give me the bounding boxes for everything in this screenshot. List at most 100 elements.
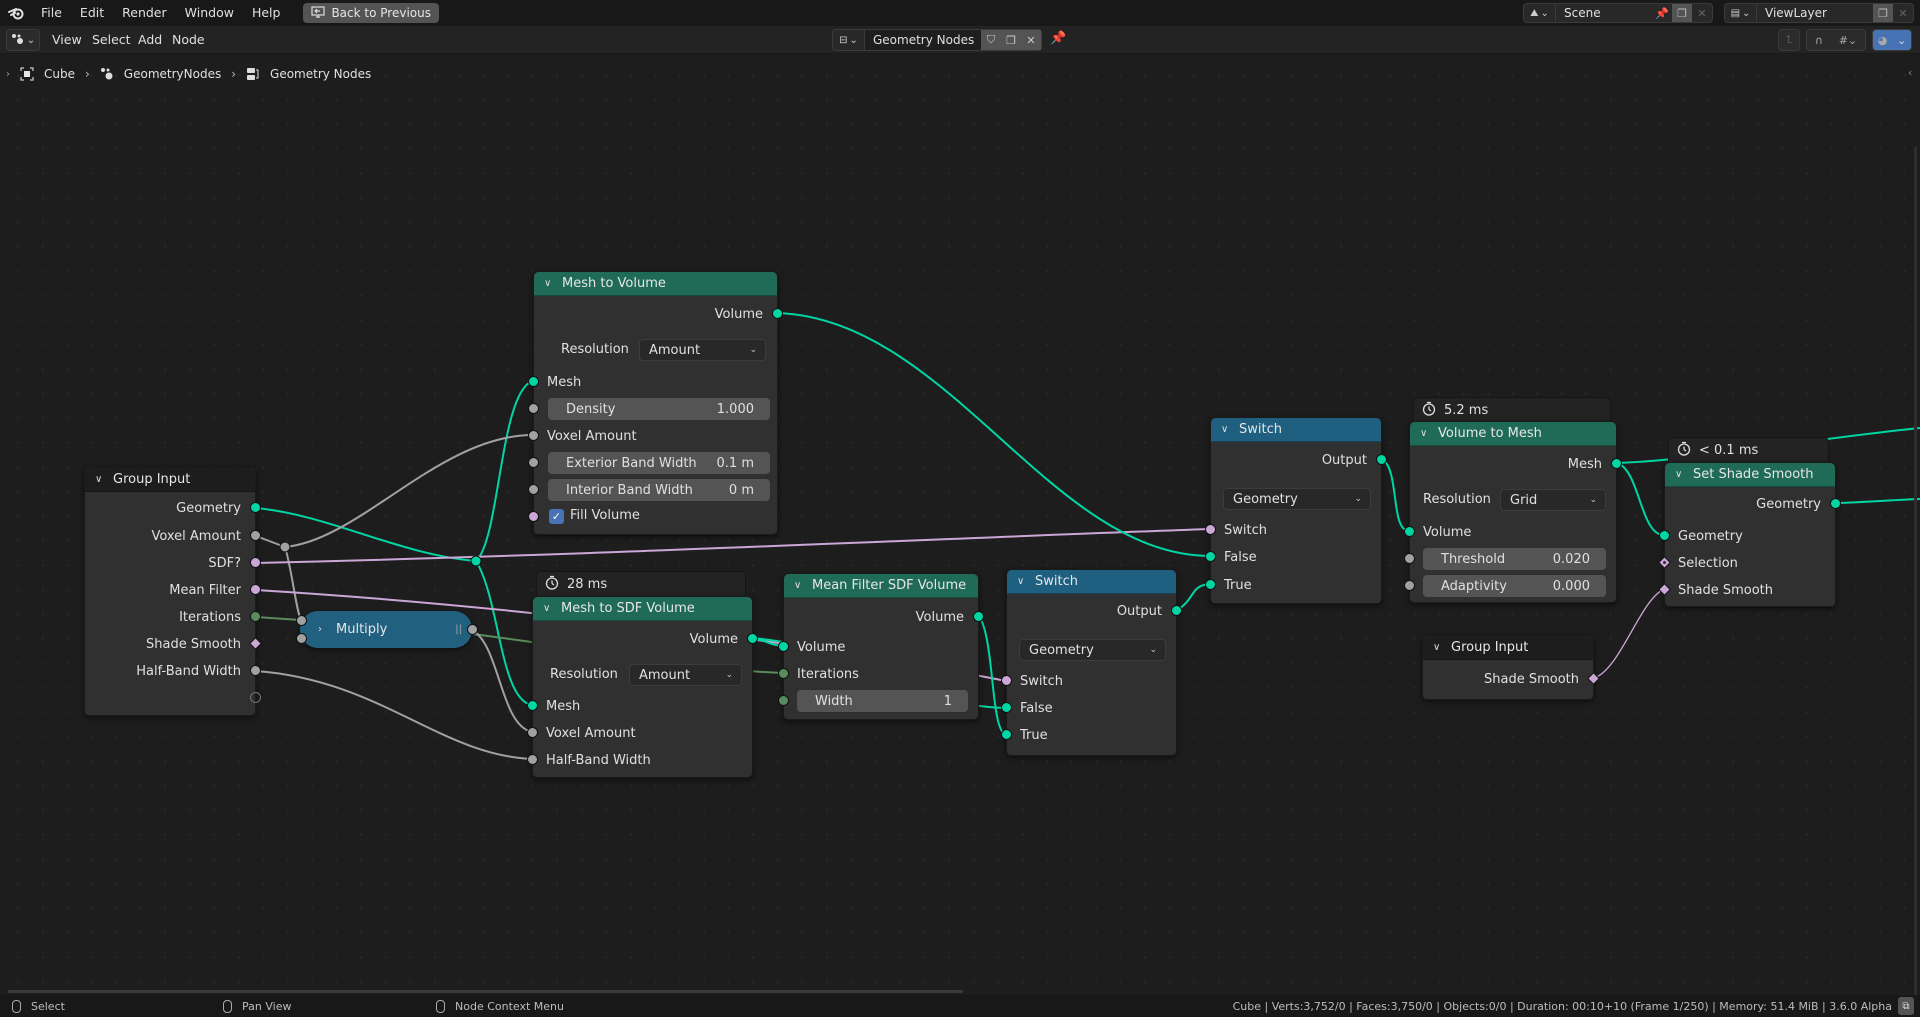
output-socket-geometry[interactable] <box>1830 498 1841 509</box>
output-socket-geometry[interactable] <box>250 502 261 513</box>
width-field[interactable]: Width 1 <box>797 690 968 712</box>
editor-type-dropdown[interactable]: ⌄ <box>6 29 40 51</box>
input-socket-true[interactable] <box>1205 579 1216 590</box>
menu-window[interactable]: Window <box>176 0 243 26</box>
input-socket-b[interactable] <box>296 633 307 644</box>
node-group-selector[interactable]: ⊟ ⌄ Geometry Nodes ⛉ ❐ ✕ <box>832 29 1042 51</box>
node-header[interactable]: ∨ Mean Filter SDF Volume <box>784 574 978 598</box>
scene-selector[interactable]: ⛰ ⌄ Scene 📌 ❐ ✕ <box>1523 3 1713 23</box>
output-socket-empty[interactable] <box>250 692 261 703</box>
input-socket-true[interactable] <box>1001 729 1012 740</box>
menu-node[interactable]: Node <box>172 26 205 54</box>
fill-volume-checkbox[interactable]: ✓ <box>549 509 564 524</box>
input-socket-iterations[interactable] <box>778 668 789 679</box>
output-socket-voxel-amount[interactable] <box>250 530 261 541</box>
output-socket-half-band-width[interactable] <box>250 665 261 676</box>
duplicate-node-group-icon[interactable]: ❐ <box>1001 30 1021 50</box>
collapse-chevron-icon[interactable]: ∨ <box>794 580 804 591</box>
collapse-chevron-icon[interactable]: ∨ <box>543 603 553 614</box>
input-socket-switch[interactable] <box>1001 675 1012 686</box>
fake-user-shield-icon[interactable]: ⛉ <box>981 30 1001 50</box>
output-socket-output[interactable] <box>1376 454 1387 465</box>
input-socket-false[interactable] <box>1205 551 1216 562</box>
input-socket-voxel-amount[interactable] <box>528 430 539 441</box>
output-socket-output[interactable] <box>1171 605 1182 616</box>
output-socket-sdf[interactable] <box>250 557 261 568</box>
collapse-chevron-icon[interactable]: ∨ <box>1675 469 1685 480</box>
new-scene-icon[interactable]: ❐ <box>1672 4 1692 22</box>
snap-toggle[interactable]: ∩ #⌄ <box>1806 29 1866 51</box>
input-socket-threshold[interactable] <box>1404 553 1415 564</box>
input-socket-voxel-amount[interactable] <box>527 727 538 738</box>
drag-handle-icon[interactable]: || <box>455 624 462 635</box>
blender-logo-icon[interactable] <box>0 0 32 26</box>
collapse-chevron-icon[interactable]: ∨ <box>1420 428 1430 439</box>
node-group-name-field[interactable]: Geometry Nodes <box>865 30 981 50</box>
node-header[interactable]: ∨ Group Input <box>1423 636 1593 660</box>
pin-scene-icon[interactable]: 📌 <box>1652 4 1672 22</box>
resolution-dropdown[interactable]: Amount ⌄ <box>639 339 766 361</box>
collapse-chevron-icon[interactable]: ∨ <box>1221 424 1231 435</box>
breadcrumb-node-tree[interactable]: Geometry Nodes <box>270 67 371 81</box>
node-header[interactable]: ∨ Switch <box>1211 418 1381 442</box>
node-set-shade-smooth[interactable]: ∨ Set Shade Smooth Geometry Geometry Sele… <box>1658 462 1841 607</box>
view-layer-dropdown[interactable]: ▤ ⌄ <box>1725 4 1757 22</box>
node-header[interactable]: ∨ Group Input <box>85 468 255 492</box>
input-socket-density[interactable] <box>528 403 539 414</box>
node-volume-to-mesh[interactable]: ∨ Volume to Mesh Mesh Resolution Grid ⌄ Vo… <box>1404 421 1622 603</box>
threshold-field[interactable]: Threshold 0.020 <box>1423 548 1606 570</box>
breadcrumb-object[interactable]: Cube <box>44 67 75 81</box>
sidebar-expand-icon[interactable]: ‹ <box>1908 66 1912 79</box>
vertical-scrollbar[interactable] <box>1914 147 1917 997</box>
input-socket-mesh[interactable] <box>528 376 539 387</box>
menu-render[interactable]: Render <box>113 0 176 26</box>
output-socket-mesh[interactable] <box>1611 458 1622 469</box>
horizontal-scrollbar[interactable] <box>8 990 963 993</box>
output-socket-volume[interactable] <box>973 611 984 622</box>
node-mesh-to-volume[interactable]: ∨ Mesh to Volume Volume Resolution Amount… <box>528 271 783 535</box>
node-switch-mean-filter[interactable]: ∨ Switch Output Geometry ⌄ Switch False Tr… <box>1001 569 1182 756</box>
parent-node-tree-icon[interactable]: ⮤ <box>1778 29 1800 51</box>
input-socket-geometry[interactable] <box>1659 530 1670 541</box>
node-group-input-shade-smooth[interactable]: ∨ Group Input Shade Smooth <box>1422 635 1600 700</box>
node-editor-canvas[interactable] <box>0 55 1920 990</box>
output-socket-volume[interactable] <box>772 308 783 319</box>
density-field[interactable]: Density 1.000 <box>548 398 770 420</box>
expand-chevron-icon[interactable]: › <box>318 624 328 635</box>
collapse-chevron-icon[interactable]: ∨ <box>1017 576 1027 587</box>
input-socket-adaptivity[interactable] <box>1404 580 1415 591</box>
input-socket-fill-volume[interactable] <box>528 511 539 522</box>
switch-type-dropdown[interactable]: Geometry ⌄ <box>1019 639 1166 661</box>
input-socket-interior-band-width[interactable] <box>528 484 539 495</box>
input-socket-switch[interactable] <box>1205 524 1216 535</box>
input-socket-mesh[interactable] <box>527 700 538 711</box>
output-socket-iterations[interactable] <box>250 611 261 622</box>
input-socket-false[interactable] <box>1001 702 1012 713</box>
node-group-input[interactable]: ∨ Group Input Geometry Voxel Amount SDF? … <box>84 467 262 716</box>
collapse-chevron-icon[interactable]: ∨ <box>544 278 554 289</box>
output-socket-volume[interactable] <box>747 633 758 644</box>
menu-add[interactable]: Add <box>138 26 162 54</box>
collapse-chevron-icon[interactable]: ∨ <box>95 474 105 485</box>
collapse-chevron-icon[interactable]: ∨ <box>1433 642 1443 653</box>
node-header[interactable]: ∨ Mesh to Volume <box>534 272 777 296</box>
node-group-browse-dropdown[interactable]: ⊟ ⌄ <box>833 30 865 50</box>
input-socket-half-band-width[interactable] <box>527 754 538 765</box>
menu-view[interactable]: View <box>52 26 82 54</box>
view-layer-name-field[interactable]: ViewLayer <box>1757 6 1873 20</box>
input-socket-a[interactable] <box>296 615 307 626</box>
node-header[interactable]: ∨ Mesh to SDF Volume <box>533 597 752 621</box>
node-switch-sdf[interactable]: ∨ Switch Output Geometry ⌄ Switch False Tr… <box>1205 417 1387 604</box>
pin-icon[interactable]: 📌 <box>1050 31 1066 46</box>
scene-type-dropdown[interactable]: ⛰ ⌄ <box>1524 4 1556 22</box>
breadcrumb-modifier[interactable]: GeometryNodes <box>124 67 221 81</box>
input-socket-volume[interactable] <box>778 641 789 652</box>
menu-edit[interactable]: Edit <box>71 0 113 26</box>
new-view-layer-icon[interactable]: ❐ <box>1873 4 1893 22</box>
output-socket-mean-filter[interactable] <box>250 584 261 595</box>
output-socket-value[interactable] <box>467 624 478 635</box>
scene-name-field[interactable]: Scene <box>1556 6 1652 20</box>
delete-view-layer-icon[interactable]: ✕ <box>1893 4 1913 22</box>
adaptivity-field[interactable]: Adaptivity 0.000 <box>1423 575 1606 597</box>
clipboard-report-icon[interactable]: ⧉ <box>1898 997 1914 1015</box>
